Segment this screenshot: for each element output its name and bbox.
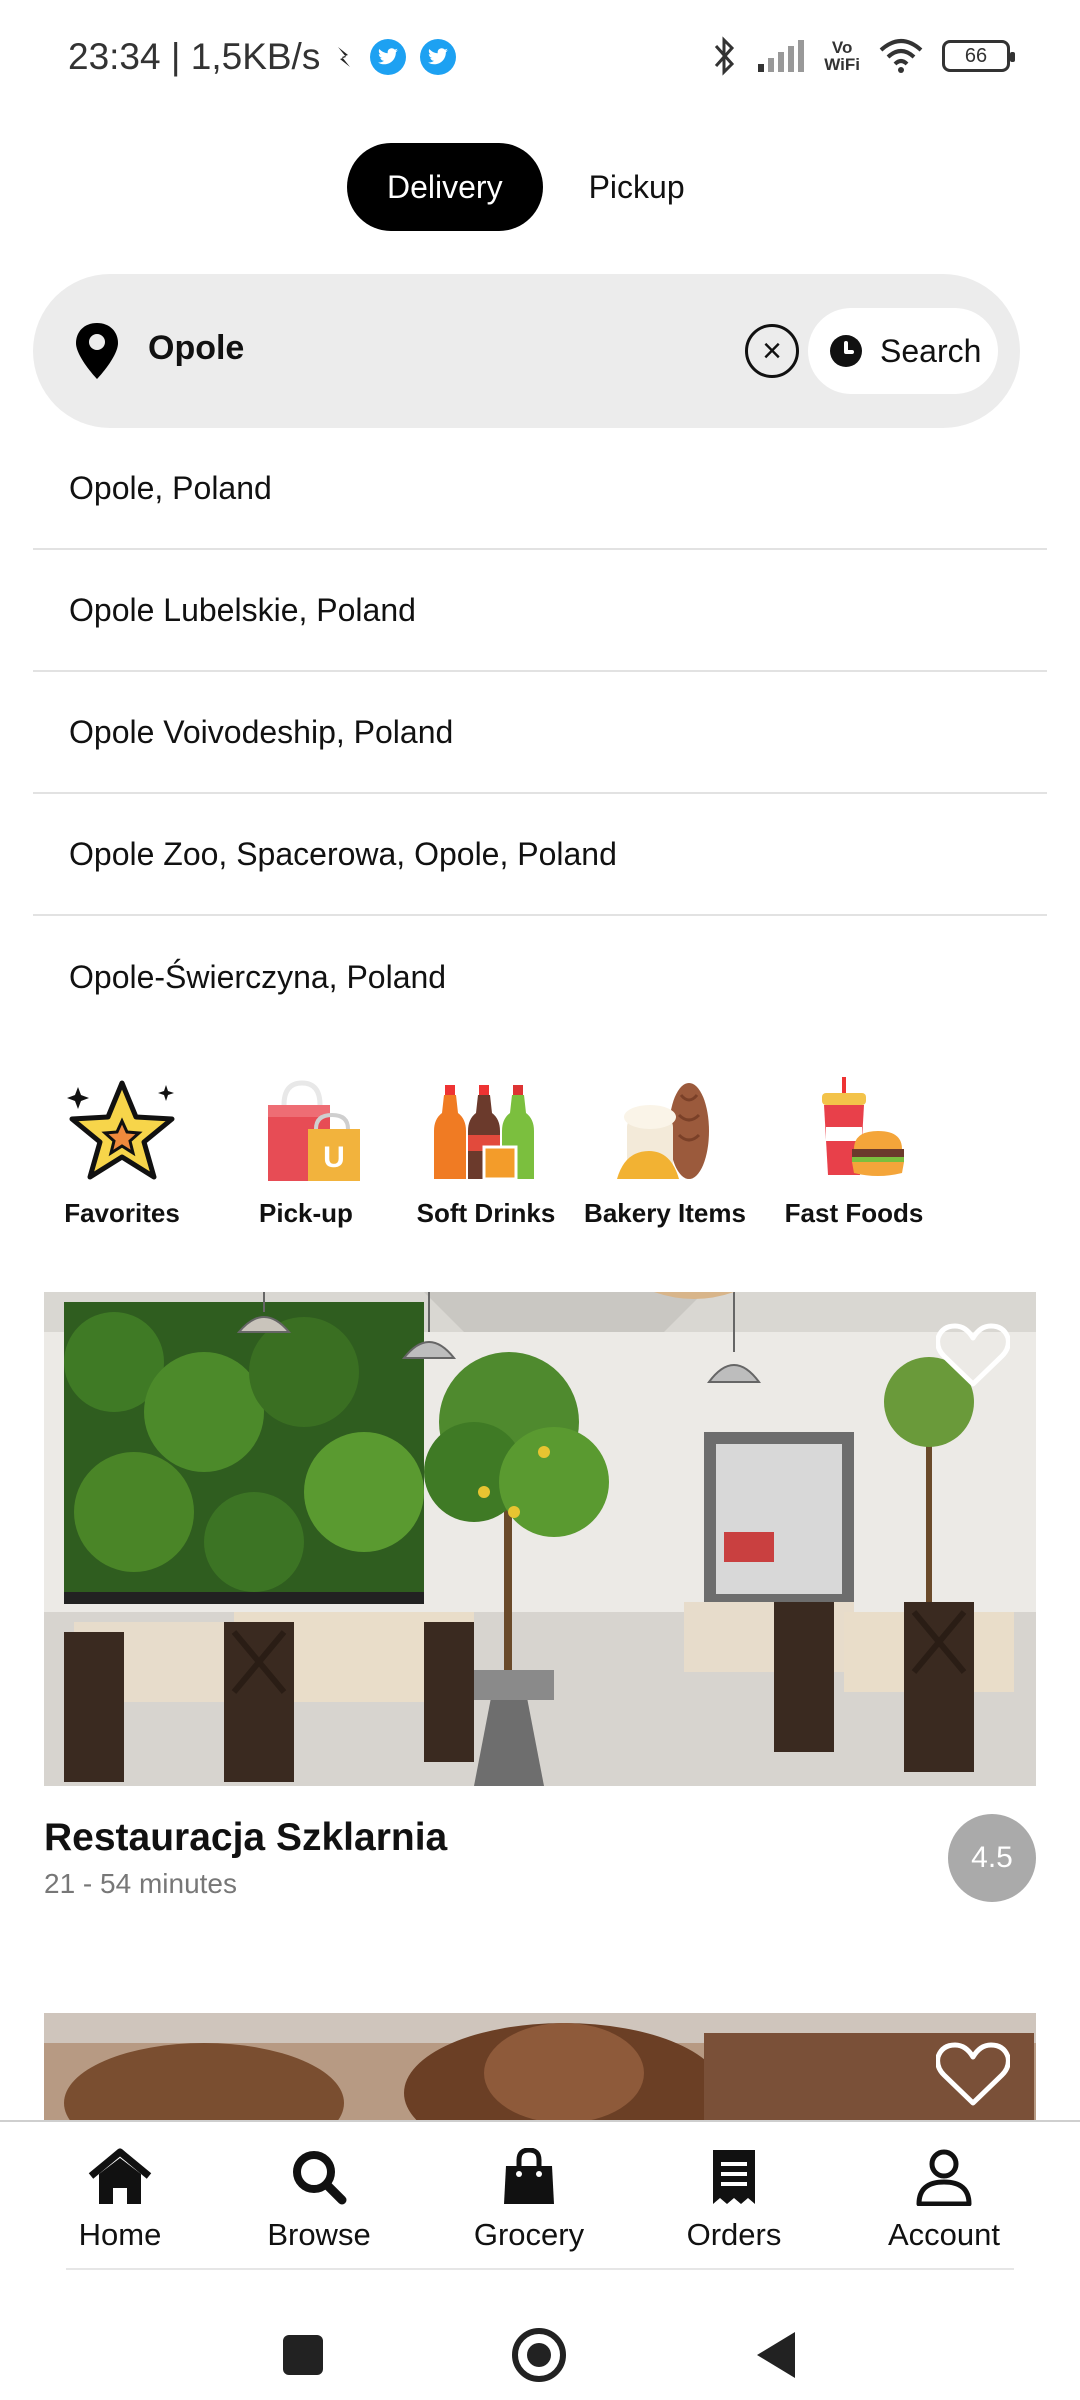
- delivery-time: 21 - 54 minutes: [44, 1868, 237, 1899]
- category-label: Soft Drinks: [416, 1198, 556, 1228]
- nav-browse[interactable]: Browse: [234, 2148, 404, 2253]
- bread-icon: [617, 1083, 709, 1179]
- location-search-bar: Opole × Search: [33, 274, 1020, 428]
- category-partial[interactable]: I: [950, 1075, 1025, 1229]
- nav-account[interactable]: Account: [859, 2148, 1029, 2253]
- bottom-navigation: Home Browse Grocery Orders Account: [0, 2120, 1080, 2270]
- svg-text:U: U: [323, 1141, 345, 1174]
- restaurant-photo-partial: [44, 2013, 1036, 2120]
- category-label: Pick-up: [259, 1198, 353, 1228]
- nav-home[interactable]: Home: [35, 2148, 205, 2253]
- star-icon: [67, 1080, 175, 1180]
- category-favorites[interactable]: Favorites: [32, 1075, 212, 1229]
- category-fast-foods[interactable]: Fast Foods: [764, 1075, 944, 1229]
- favorite-heart-icon[interactable]: [936, 1322, 1010, 1388]
- receipt-icon: [713, 2150, 755, 2204]
- nav-orders[interactable]: Orders: [649, 2148, 819, 2253]
- nav-label: Grocery: [473, 2217, 585, 2252]
- nav-divider: [66, 2268, 1014, 2270]
- category-soft-drinks[interactable]: Soft Drinks: [396, 1075, 576, 1229]
- recent-apps-icon[interactable]: [283, 2335, 323, 2375]
- category-label: Bakery Items: [584, 1198, 746, 1228]
- suggestion-item[interactable]: Opole Lubelskie, Poland: [33, 550, 1047, 672]
- shopping-bag-icon: [504, 2147, 554, 2204]
- nav-label: Home: [78, 2217, 162, 2252]
- suggestion-item[interactable]: Opole Voivodeship, Poland: [33, 672, 1047, 794]
- soda-bottles-icon: [434, 1085, 534, 1181]
- home-icon: [88, 2148, 152, 2204]
- restaurant-card-partial[interactable]: [44, 2013, 1036, 2120]
- category-label: I: [950, 1198, 1025, 1229]
- category-carousel: Favorites U Pick-up Soft Drinks Bakery I…: [0, 1075, 1025, 1235]
- nav-grocery[interactable]: Grocery: [444, 2147, 614, 2253]
- status-left: 23:34 | 1,5KB/s: [68, 36, 457, 78]
- category-bakery-items[interactable]: Bakery Items: [575, 1075, 755, 1229]
- category-pick-up[interactable]: U Pick-up: [216, 1075, 396, 1229]
- back-icon[interactable]: [757, 2332, 795, 2378]
- clock-icon: [830, 335, 862, 367]
- cell-signal-icon: [758, 40, 805, 72]
- suggestion-item[interactable]: Opole Zoo, Spacerowa, Opole, Poland: [33, 794, 1047, 916]
- shopping-bags-icon: U: [268, 1080, 360, 1181]
- system-navigation-bar: [0, 2280, 1080, 2400]
- home-button-icon[interactable]: [512, 2328, 566, 2382]
- burger-drink-icon: [822, 1077, 904, 1176]
- delivery-tab[interactable]: Delivery: [347, 143, 543, 231]
- search-button[interactable]: Search: [808, 308, 998, 394]
- pickup-tab[interactable]: Pickup: [543, 143, 731, 231]
- status-time: 23:34 | 1,5KB/s: [68, 36, 321, 77]
- rating-badge: 4.5: [948, 1814, 1036, 1902]
- suggestion-item[interactable]: Opole, Poland: [33, 428, 1047, 550]
- location-search-input[interactable]: Opole: [148, 329, 244, 368]
- person-icon: [916, 2149, 972, 2207]
- location-pin-icon: [76, 323, 118, 379]
- status-right: Vo WiFi 66: [712, 36, 1015, 76]
- close-icon: ×: [762, 332, 782, 370]
- location-suggestions: Opole, Poland Opole Lubelskie, Poland Op…: [33, 428, 1047, 1038]
- delivery-mode-toggle: Delivery Pickup: [347, 143, 731, 231]
- nav-label: Browse: [267, 2217, 371, 2252]
- clear-search-button[interactable]: ×: [745, 324, 799, 378]
- restaurant-interior-image: [44, 1292, 1036, 1786]
- status-bar: 23:34 | 1,5KB/s Vo WiFi 66: [0, 0, 1080, 120]
- partial-category-icon: [980, 1075, 1025, 1185]
- restaurant-name: Restauracja Szklarnia: [44, 1816, 448, 1859]
- battery-icon: 66: [942, 40, 1015, 72]
- vowifi-icon: Vo WiFi: [824, 38, 860, 74]
- search-icon: [293, 2151, 347, 2205]
- category-label: Fast Foods: [784, 1198, 924, 1228]
- twitter-icon: [420, 39, 457, 75]
- restaurant-card[interactable]: Restauracja Szklarnia 21 - 54 minutes 4.…: [44, 1292, 1036, 1902]
- search-button-label: Search: [880, 332, 982, 369]
- signal-blip-icon: [338, 47, 351, 67]
- nav-label: Account: [887, 2217, 1000, 2252]
- category-label: Favorites: [64, 1198, 180, 1228]
- twitter-icon: [370, 39, 407, 75]
- suggestion-item[interactable]: Opole-Świerczyna, Poland: [33, 916, 1047, 1038]
- restaurant-photo: [44, 1292, 1036, 1786]
- bluetooth-icon: [715, 36, 735, 76]
- nav-label: Orders: [686, 2217, 782, 2252]
- wifi-icon: [879, 39, 923, 73]
- favorite-heart-icon[interactable]: [936, 2041, 1010, 2107]
